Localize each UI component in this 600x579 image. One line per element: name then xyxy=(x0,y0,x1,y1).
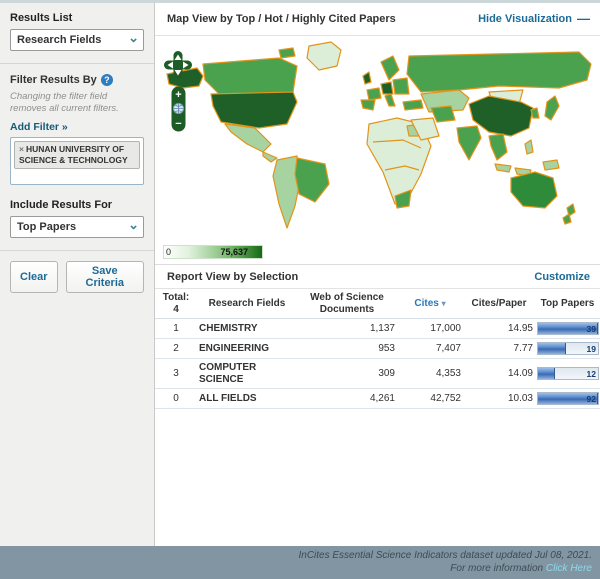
region-south-america[interactable] xyxy=(273,156,329,228)
cites-value: 17,000 xyxy=(397,319,463,339)
map-view-title: Map View by Top / Hot / Highly Cited Pap… xyxy=(167,13,396,25)
click-here-link[interactable]: Click Here xyxy=(546,563,592,574)
save-criteria-button[interactable]: Save Criteria xyxy=(66,261,144,293)
region-north-america[interactable] xyxy=(167,42,341,162)
customize-label: Customize xyxy=(534,271,590,283)
table-header-row: Total:4 Research Fields Web of ScienceDo… xyxy=(155,289,600,319)
table-row: 3 COMPUTER SCIENCE 309 4,353 14.09 12 xyxy=(155,359,600,389)
col-research-fields[interactable]: Research Fields xyxy=(197,289,297,319)
legend-min-label: 0 xyxy=(166,247,171,257)
top-papers-bar: 92 xyxy=(537,392,599,405)
docs-value: 1,137 xyxy=(297,319,397,339)
filter-tag[interactable]: ×HUNAN UNIVERSITY OF SCIENCE & TECHNOLOG… xyxy=(14,141,140,169)
cites-value: 4,353 xyxy=(397,359,463,389)
collapse-icon: — xyxy=(577,15,590,23)
legend-max-label: 75,637 xyxy=(220,247,248,257)
sidebar: Results List Research Fields ⌄ Filter Re… xyxy=(0,3,155,546)
help-icon[interactable]: ? xyxy=(101,74,113,86)
table-row: 0 ALL FIELDS 4,261 42,752 10.03 92 xyxy=(155,389,600,409)
cites-per-paper-value: 7.77 xyxy=(463,339,535,359)
chevron-down-icon: ⌄ xyxy=(128,33,139,43)
top-papers-value: 12 xyxy=(587,369,596,379)
clear-button[interactable]: Clear xyxy=(10,261,58,293)
row-rank: 0 xyxy=(155,389,197,409)
top-papers-value: 39 xyxy=(587,324,596,334)
map-zoom-control[interactable]: + − xyxy=(171,86,186,132)
remove-filter-icon[interactable]: × xyxy=(19,144,24,154)
main-content: Map View by Top / Hot / Highly Cited Pap… xyxy=(155,3,600,546)
row-rank: 3 xyxy=(155,359,197,389)
chevron-down-icon: ⌄ xyxy=(128,220,139,230)
filter-note: Changing the filter field removes all cu… xyxy=(10,91,144,115)
hide-visualization-label: Hide Visualization xyxy=(478,13,572,25)
zoom-out-icon[interactable]: − xyxy=(175,118,181,130)
include-results-select[interactable]: Top Papers ⌄ xyxy=(10,216,144,238)
footer: InCites Essential Science Indicators dat… xyxy=(0,546,600,579)
field-link[interactable]: ENGINEERING xyxy=(197,339,297,359)
sort-desc-icon: ▾ xyxy=(442,299,446,308)
zoom-in-icon[interactable]: + xyxy=(175,89,181,101)
cites-per-paper-value: 14.95 xyxy=(463,319,535,339)
report-table: Total:4 Research Fields Web of ScienceDo… xyxy=(155,289,600,409)
cites-per-paper-value: 10.03 xyxy=(463,389,535,409)
report-view-title: Report View by Selection xyxy=(167,271,298,283)
hide-visualization-link[interactable]: Hide Visualization — xyxy=(478,13,590,25)
row-rank: 2 xyxy=(155,339,197,359)
cites-value: 7,407 xyxy=(397,339,463,359)
include-results-value: Top Papers xyxy=(17,221,76,233)
top-papers-bar: 12 xyxy=(537,367,599,380)
field-link[interactable]: CHEMISTRY xyxy=(197,319,297,339)
sidebar-divider xyxy=(0,63,154,64)
map-pan-control[interactable] xyxy=(163,50,193,80)
field-link[interactable]: ALL FIELDS xyxy=(197,389,297,409)
docs-value: 4,261 xyxy=(297,389,397,409)
results-list-value: Research Fields xyxy=(17,34,101,46)
footer-dataset-info: InCites Essential Science Indicators dat… xyxy=(0,550,592,563)
top-papers-bar: 19 xyxy=(537,342,599,355)
active-filters-box: ×HUNAN UNIVERSITY OF SCIENCE & TECHNOLOG… xyxy=(10,137,144,185)
col-top-papers[interactable]: Top Papers xyxy=(535,289,600,319)
results-list-select[interactable]: Research Fields ⌄ xyxy=(10,29,144,51)
table-row: 1 CHEMISTRY 1,137 17,000 14.95 39 xyxy=(155,319,600,339)
cites-per-paper-value: 14.09 xyxy=(463,359,535,389)
world-map-choropleth[interactable] xyxy=(159,36,599,240)
col-cites-sorted[interactable]: Cites ▾ xyxy=(397,289,463,319)
col-wos-documents[interactable]: Web of ScienceDocuments xyxy=(297,289,397,319)
docs-value: 953 xyxy=(297,339,397,359)
footer-more-info: For more information Click Here xyxy=(0,563,592,576)
map-legend: 0 75,637 xyxy=(155,240,600,264)
top-papers-bar: 39 xyxy=(537,322,599,335)
top-papers-value: 19 xyxy=(587,344,596,354)
region-asia[interactable] xyxy=(403,52,591,176)
cites-value: 42,752 xyxy=(397,389,463,409)
customize-link[interactable]: Customize xyxy=(534,271,590,283)
filter-results-label: Filter Results By xyxy=(10,74,97,86)
region-europe[interactable] xyxy=(361,56,409,110)
table-row: 2 ENGINEERING 953 7,407 7.77 19 xyxy=(155,339,600,359)
legend-gradient-bar: 0 75,637 xyxy=(163,245,263,259)
total-header: Total:4 xyxy=(155,289,197,319)
map-view: + − xyxy=(155,36,600,240)
row-rank: 1 xyxy=(155,319,197,339)
top-papers-value: 92 xyxy=(587,394,596,404)
docs-value: 309 xyxy=(297,359,397,389)
include-results-label: Include Results For xyxy=(10,199,144,211)
field-link[interactable]: COMPUTER SCIENCE xyxy=(197,359,297,389)
results-list-label: Results List xyxy=(10,12,144,24)
col-cites-per-paper[interactable]: Cites/Paper xyxy=(463,289,535,319)
sidebar-divider xyxy=(0,250,154,251)
add-filter-link[interactable]: Add Filter » xyxy=(10,121,144,133)
filter-tag-label: HUNAN UNIVERSITY OF SCIENCE & TECHNOLOGY xyxy=(19,144,128,165)
